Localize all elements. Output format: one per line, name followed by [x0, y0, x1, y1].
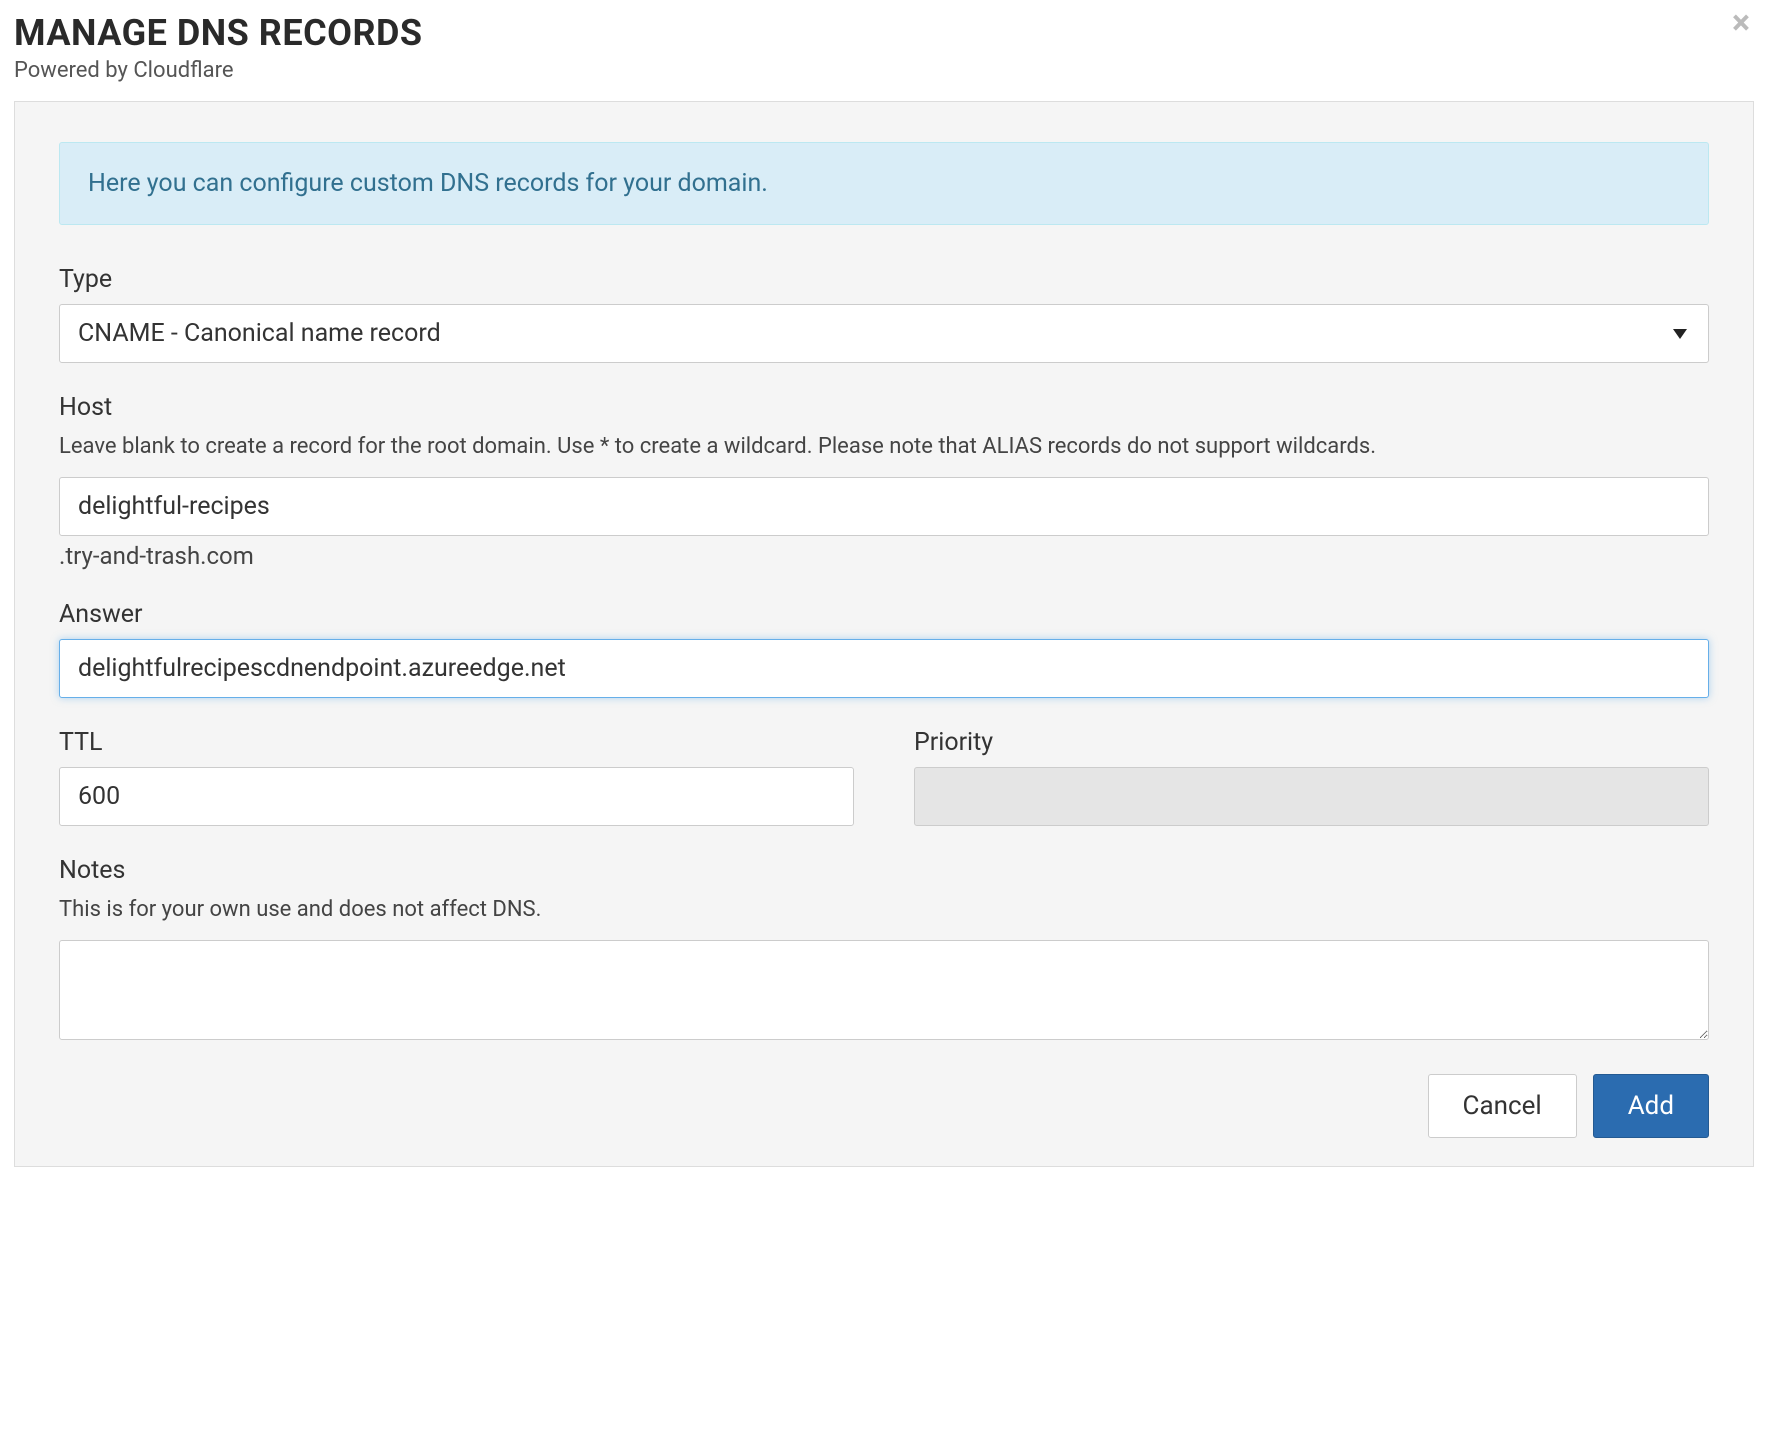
host-help: Leave blank to create a record for the r… — [59, 432, 1709, 463]
notes-label: Notes — [59, 856, 1709, 885]
ttl-label: TTL — [59, 728, 854, 757]
host-input[interactable] — [59, 477, 1709, 536]
cancel-button[interactable]: Cancel — [1428, 1074, 1577, 1138]
info-banner: Here you can configure custom DNS record… — [59, 142, 1709, 225]
priority-input — [914, 767, 1709, 826]
page-subtitle: Powered by Cloudflare — [14, 58, 1754, 83]
host-label: Host — [59, 393, 1709, 422]
type-label: Type — [59, 265, 1709, 294]
host-suffix: .try-and-trash.com — [59, 542, 1709, 570]
page-title: MANAGE DNS RECORDS — [14, 12, 1754, 54]
add-button[interactable]: Add — [1593, 1074, 1709, 1138]
notes-help: This is for your own use and does not af… — [59, 895, 1709, 926]
form-panel: Here you can configure custom DNS record… — [14, 101, 1754, 1167]
ttl-input[interactable] — [59, 767, 854, 826]
priority-label: Priority — [914, 728, 1709, 757]
answer-input[interactable] — [59, 639, 1709, 698]
close-icon[interactable]: × — [1732, 6, 1750, 40]
notes-textarea[interactable] — [59, 940, 1709, 1040]
type-select[interactable]: CNAME - Canonical name record — [59, 304, 1709, 363]
answer-label: Answer — [59, 600, 1709, 629]
modal-header: MANAGE DNS RECORDS Powered by Cloudflare — [14, 8, 1754, 101]
